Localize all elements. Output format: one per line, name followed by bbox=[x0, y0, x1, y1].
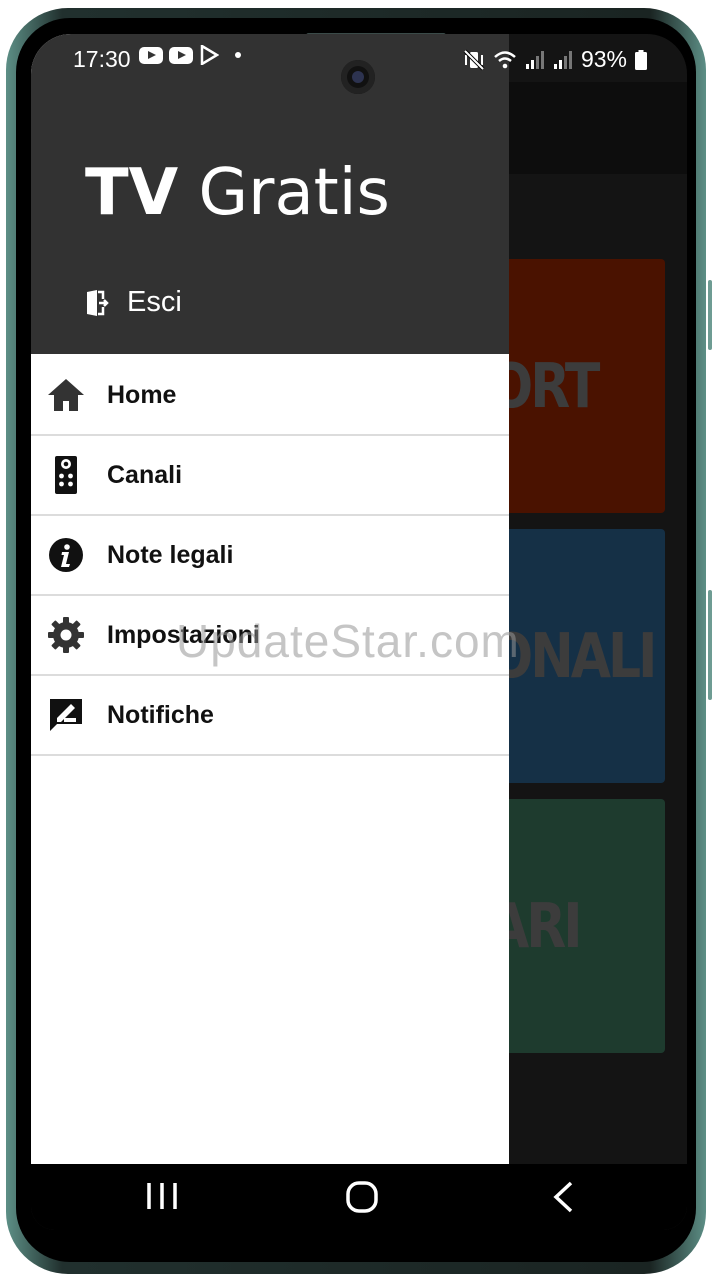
feedback-icon bbox=[47, 696, 85, 734]
volume-button bbox=[708, 280, 712, 350]
app-title: TV Gratis bbox=[85, 156, 390, 230]
signal-icon bbox=[553, 50, 572, 69]
status-bar: 17:30 93% bbox=[31, 34, 687, 94]
power-button bbox=[708, 590, 712, 700]
exit-door-icon bbox=[87, 289, 109, 316]
gear-icon bbox=[47, 616, 85, 654]
menu-item-label: Home bbox=[107, 380, 177, 409]
watermark: UpdateStar.com bbox=[176, 615, 520, 667]
menu-item-label: Note legali bbox=[107, 540, 234, 569]
battery-percent: 93% bbox=[580, 46, 627, 72]
back-icon[interactable] bbox=[551, 1180, 575, 1214]
youtube-icon bbox=[169, 46, 193, 64]
vibrate-mute-icon bbox=[463, 49, 485, 70]
home-icon bbox=[47, 376, 85, 414]
menu-item-home[interactable]: Home bbox=[31, 356, 509, 436]
exit-button[interactable]: Esci bbox=[85, 286, 182, 319]
home-button-icon[interactable] bbox=[345, 1180, 379, 1214]
remote-control-icon bbox=[47, 456, 85, 494]
navigation-drawer: TV Gratis Esci Home Canali Note legali I… bbox=[31, 34, 509, 1164]
signal-icon bbox=[525, 50, 544, 69]
wifi-icon bbox=[494, 50, 516, 68]
navigation-bar bbox=[31, 1164, 687, 1230]
recent-apps-icon[interactable] bbox=[145, 1180, 179, 1212]
screen: ORT ONALI ARI TV Gratis Esci Home Canali… bbox=[31, 34, 687, 1230]
menu-item-label: Notifiche bbox=[107, 700, 214, 729]
battery-icon bbox=[635, 49, 647, 70]
menu-item-note-legali[interactable]: Note legali bbox=[31, 516, 509, 596]
drawer-header: TV Gratis Esci bbox=[31, 34, 509, 354]
menu-item-canali[interactable]: Canali bbox=[31, 436, 509, 516]
menu-item-label: Canali bbox=[107, 460, 183, 489]
more-notifications-dot bbox=[235, 52, 241, 58]
status-time: 17:30 bbox=[73, 46, 131, 72]
status-indicators: 93% bbox=[463, 46, 647, 73]
drawer-menu: Home Canali Note legali Impostazioni Not… bbox=[31, 356, 509, 756]
play-store-icon bbox=[200, 45, 219, 65]
front-camera bbox=[341, 60, 375, 94]
menu-item-notifiche[interactable]: Notifiche bbox=[31, 676, 509, 756]
info-icon bbox=[47, 536, 85, 574]
exit-label: Esci bbox=[127, 286, 182, 318]
notification-icons bbox=[139, 45, 241, 65]
app-title-bold: TV bbox=[85, 156, 179, 230]
youtube-icon bbox=[139, 46, 163, 64]
app-title-rest: Gratis bbox=[178, 156, 390, 230]
